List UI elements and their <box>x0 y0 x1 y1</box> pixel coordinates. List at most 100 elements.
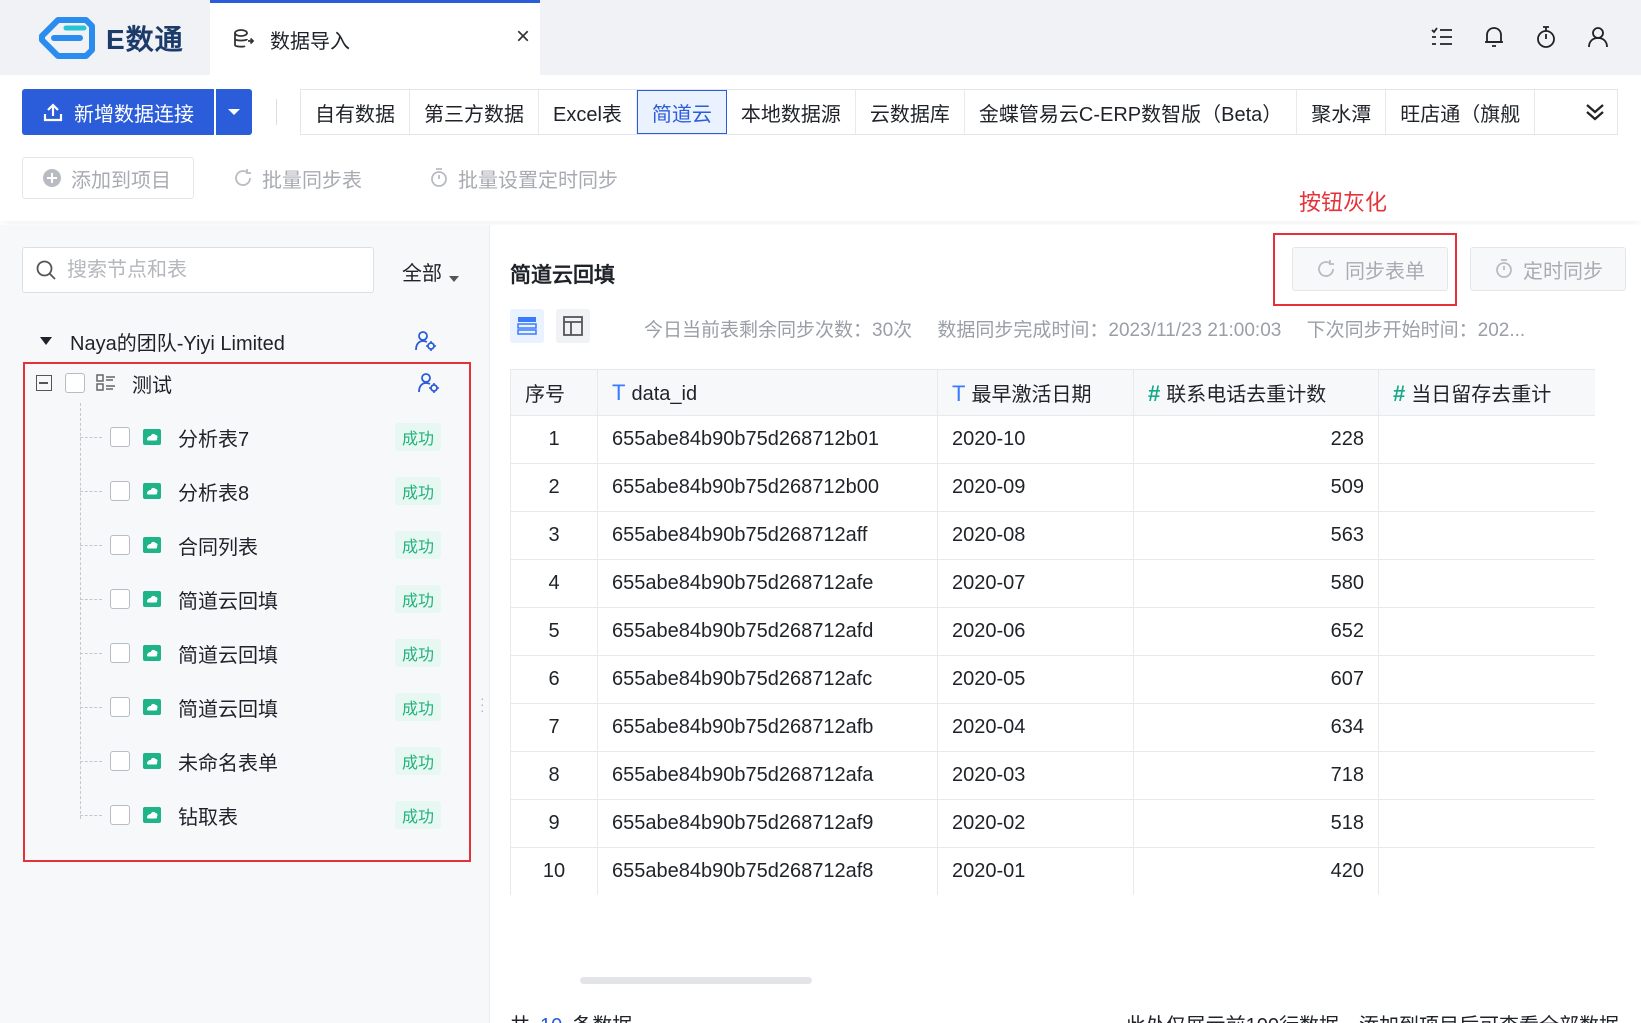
table-row[interactable]: 3 655abe84b90b75d268712aff 2020-08 563 <box>510 511 1595 560</box>
cell-retention-count <box>1378 703 1595 752</box>
collapse-icon[interactable] <box>36 375 52 391</box>
filter-dropdown[interactable]: 全部 <box>402 257 460 286</box>
batch-timer-button[interactable]: 批量设置定时同步 <box>428 157 618 199</box>
table-row[interactable]: 9 655abe84b90b75d268712af9 2020-02 518 <box>510 799 1595 848</box>
horizontal-scrollbar[interactable] <box>580 977 812 984</box>
cell-retention-count <box>1378 415 1595 464</box>
upload-icon <box>43 103 63 122</box>
bell-icon[interactable] <box>1481 24 1507 50</box>
cell-activation-date: 2020-07 <box>937 559 1134 608</box>
table-node[interactable]: 分析表7 成功 <box>24 417 471 457</box>
table-checkbox[interactable] <box>110 643 130 663</box>
source-tab-cloud-db[interactable]: 云数据库 <box>856 90 965 134</box>
source-tab-local[interactable]: 本地数据源 <box>727 90 856 134</box>
add-to-project-button[interactable]: 添加到项目 <box>22 157 194 199</box>
cell-phone-count: 580 <box>1133 559 1379 608</box>
table-node[interactable]: 简道云回填 成功 <box>24 579 471 619</box>
table-node[interactable]: 简道云回填 成功 <box>24 633 471 673</box>
source-tab-jiandaoyun[interactable]: 简道云 <box>636 90 727 134</box>
table-node[interactable]: 钻取表 成功 <box>24 795 471 835</box>
user-settings-icon[interactable] <box>417 371 441 395</box>
caret-down-icon[interactable] <box>40 337 52 345</box>
new-connection-button[interactable]: 新增数据连接 <box>22 89 214 135</box>
search-input[interactable] <box>67 258 347 282</box>
table-node-label: 分析表8 <box>178 482 250 505</box>
table-row[interactable]: 6 655abe84b90b75d268712afc 2020-05 607 <box>510 655 1595 704</box>
batch-sync-button[interactable]: 批量同步表 <box>232 157 362 199</box>
table-row[interactable]: 4 655abe84b90b75d268712afe 2020-07 580 <box>510 559 1595 608</box>
sync-form-button[interactable]: 同步表单 <box>1292 247 1448 291</box>
table-node-label: 简道云回填 <box>178 698 278 721</box>
table-node-label: 简道云回填 <box>178 644 278 667</box>
status-badge: 成功 <box>394 693 441 721</box>
table-row[interactable]: 2 655abe84b90b75d268712b00 2020-09 509 <box>510 463 1595 512</box>
table-row[interactable]: 1 655abe84b90b75d268712b01 2020-10 228 <box>510 415 1595 464</box>
cell-data-id: 655abe84b90b75d268712af9 <box>597 799 938 848</box>
folder-node-test[interactable]: 测试 <box>24 363 471 403</box>
folder-checkbox[interactable] <box>65 373 85 393</box>
jiandaoyun-form-icon <box>143 591 161 607</box>
user-settings-icon[interactable] <box>414 329 438 353</box>
table-node-label: 合同列表 <box>178 536 258 559</box>
table-checkbox[interactable] <box>110 481 130 501</box>
cell-data-id: 655abe84b90b75d268712afc <box>597 655 938 704</box>
table-checkbox[interactable] <box>110 751 130 771</box>
row-count: 共10条数据 <box>510 1009 632 1023</box>
table-node-label: 分析表7 <box>178 428 250 451</box>
table-checkbox[interactable] <box>110 589 130 609</box>
cell-phone-count: 420 <box>1133 847 1379 895</box>
cell-phone-count: 563 <box>1133 511 1379 560</box>
cell-activation-date: 2020-10 <box>937 415 1134 464</box>
cell-retention-count <box>1378 847 1595 895</box>
source-tab-own[interactable]: 自有数据 <box>301 90 410 134</box>
tab-data-import[interactable]: 数据导入 × <box>210 0 540 75</box>
table-node[interactable]: 合同列表 成功 <box>24 525 471 565</box>
close-icon[interactable]: × <box>516 25 530 49</box>
task-list-icon[interactable] <box>1429 24 1455 50</box>
jiandaoyun-form-icon <box>143 699 161 715</box>
cell-retention-count <box>1378 559 1595 608</box>
table-node[interactable]: 简道云回填 成功 <box>24 687 471 727</box>
batch-sync-label: 批量同步表 <box>262 169 362 192</box>
table-checkbox[interactable] <box>110 805 130 825</box>
source-tab-excel[interactable]: Excel表 <box>539 90 637 134</box>
stopwatch-icon[interactable] <box>1533 24 1559 50</box>
table-checkbox[interactable] <box>110 697 130 717</box>
source-tab-jushuitan[interactable]: 聚水潭 <box>1297 90 1387 134</box>
table-row[interactable]: 7 655abe84b90b75d268712afb 2020-04 634 <box>510 703 1595 752</box>
text-type-icon: T <box>612 379 626 405</box>
more-tabs-button[interactable] <box>1573 90 1617 134</box>
stopwatch-icon <box>431 168 447 187</box>
list-view-button[interactable] <box>510 309 544 343</box>
row-count-value: 10 <box>540 1015 562 1023</box>
user-icon[interactable] <box>1585 24 1611 50</box>
timer-sync-button[interactable]: 定时同步 <box>1470 247 1626 291</box>
caret-down-icon <box>228 109 240 115</box>
app-logo[interactable]: E数通 <box>36 16 184 60</box>
field-view-button[interactable] <box>556 309 590 343</box>
cell-retention-count <box>1378 799 1595 848</box>
preview-note: 此处仅展示前100行数据，添加到项目后可查看全部数据 <box>1126 1009 1619 1023</box>
table-row[interactable]: 10 655abe84b90b75d268712af8 2020-01 420 <box>510 847 1595 895</box>
table-checkbox[interactable] <box>110 535 130 555</box>
folder-grid-icon <box>96 374 115 391</box>
table-node[interactable]: 分析表8 成功 <box>24 471 471 511</box>
source-tab-wangdiantong[interactable]: 旺店通（旗舰 <box>1386 90 1536 134</box>
panel-resizer[interactable]: · · · <box>480 691 485 717</box>
table-checkbox[interactable] <box>110 427 130 447</box>
new-connection-dropdown[interactable] <box>216 89 252 135</box>
table-node[interactable]: 未命名表单 成功 <box>24 741 471 781</box>
stopwatch-icon <box>1496 259 1512 278</box>
number-type-icon: # <box>1393 381 1406 406</box>
cell-index: 1 <box>510 415 598 464</box>
table-row[interactable]: 8 655abe84b90b75d268712afa 2020-03 718 <box>510 751 1595 800</box>
new-connection-label: 新增数据连接 <box>74 103 194 126</box>
source-tab-kingdee[interactable]: 金蝶管易云C-ERP数智版（Beta） <box>965 90 1298 134</box>
team-node[interactable]: Naya的团队-Yiyi Limited <box>36 321 446 361</box>
cell-retention-count <box>1378 463 1595 512</box>
status-badge: 成功 <box>394 639 441 667</box>
table-body: 1 655abe84b90b75d268712b01 2020-10 228 2 655a… <box>510 415 1595 895</box>
table-row[interactable]: 5 655abe84b90b75d268712afd 2020-06 652 <box>510 607 1595 656</box>
source-tab-third-party[interactable]: 第三方数据 <box>410 90 539 134</box>
cell-data-id: 655abe84b90b75d268712b01 <box>597 415 938 464</box>
